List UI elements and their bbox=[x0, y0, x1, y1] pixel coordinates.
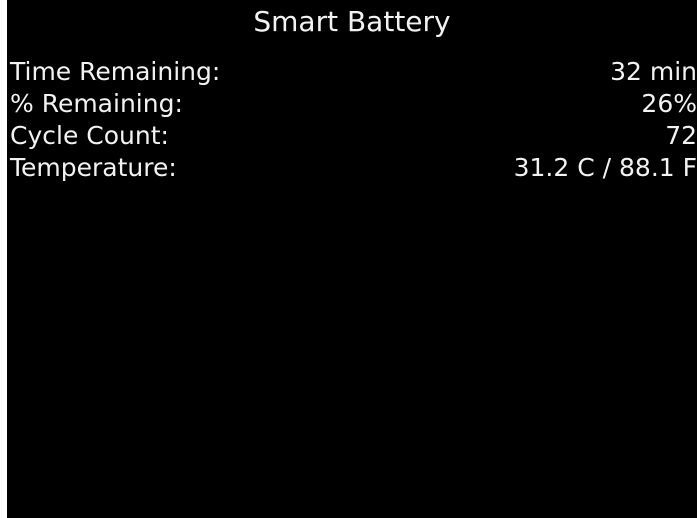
cycle-count-value: 72 bbox=[665, 121, 697, 150]
cycle-count-row: Cycle Count: 72 bbox=[10, 120, 697, 152]
battery-screen: Smart Battery Time Remaining: 32 min % R… bbox=[7, 0, 697, 518]
temperature-label: Temperature: bbox=[10, 153, 177, 182]
time-remaining-label: Time Remaining: bbox=[10, 57, 221, 86]
percent-remaining-row: % Remaining: 26% bbox=[10, 88, 697, 120]
battery-info-list: Time Remaining: 32 min % Remaining: 26% … bbox=[10, 56, 697, 184]
temperature-row: Temperature: 31.2 C / 88.1 F bbox=[10, 152, 697, 184]
screen-title: Smart Battery bbox=[253, 5, 451, 38]
time-remaining-value: 32 min bbox=[610, 57, 697, 86]
percent-remaining-value: 26% bbox=[641, 89, 697, 118]
temperature-value: 31.2 C / 88.1 F bbox=[513, 153, 697, 182]
percent-remaining-label: % Remaining: bbox=[10, 89, 183, 118]
time-remaining-row: Time Remaining: 32 min bbox=[10, 56, 697, 88]
cycle-count-label: Cycle Count: bbox=[10, 121, 169, 150]
